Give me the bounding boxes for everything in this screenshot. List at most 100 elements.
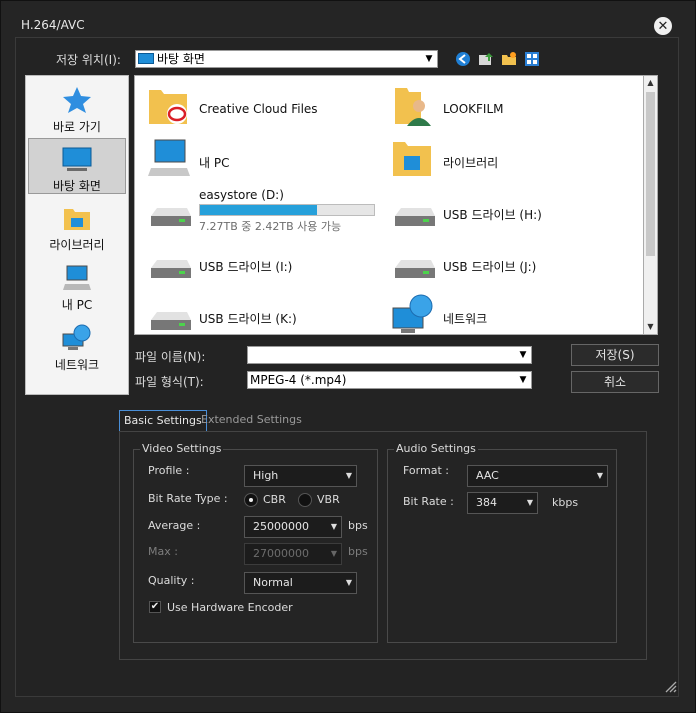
close-button[interactable]: ✕ — [654, 17, 672, 35]
quick-access-star-icon — [63, 87, 91, 113]
view-grid-icon — [525, 52, 539, 66]
computer-icon — [148, 139, 190, 176]
list-item[interactable]: USB 드라이브 (I:) — [141, 236, 381, 286]
tab-basic-settings[interactable]: Basic Settings — [119, 410, 207, 432]
max-label: Max : — [148, 545, 178, 558]
list-item[interactable]: 네트워크 — [385, 288, 625, 334]
filetype-value: MPEG-4 (*.mp4) — [250, 373, 347, 387]
place-label: 라이브러리 — [49, 238, 105, 252]
bitrate-type-label: Bit Rate Type : — [148, 492, 228, 505]
up-folder-icon — [479, 53, 493, 65]
file-name: USB 드라이브 (K:) — [199, 312, 297, 326]
audio-format-select[interactable]: AAC ▼ — [467, 465, 608, 487]
tab-extended-settings[interactable]: Extended Settings — [197, 410, 306, 432]
list-item[interactable]: LOOKFILM — [385, 80, 625, 130]
file-name: Creative Cloud Files — [199, 102, 318, 116]
library-folder-icon — [64, 209, 90, 230]
average-bitrate-select[interactable]: 25000000 ▼ — [244, 516, 342, 538]
creative-cloud-folder-icon — [149, 90, 187, 124]
scroll-down-icon[interactable]: ▼ — [644, 320, 657, 334]
location-combo[interactable]: 바탕 화면 ▼ — [135, 50, 438, 68]
average-value: 25000000 — [253, 520, 309, 533]
place-library[interactable]: 라이브러리 — [28, 198, 126, 254]
place-label: 바로 가기 — [53, 120, 101, 134]
scroll-thumb[interactable] — [646, 92, 655, 256]
file-name: 네트워크 — [443, 312, 488, 326]
list-item[interactable]: Creative Cloud Files — [141, 80, 381, 130]
desktop-icon — [62, 147, 92, 171]
audio-bitrate-label: Bit Rate : — [403, 495, 454, 508]
average-unit: bps — [348, 519, 368, 532]
new-folder-button[interactable] — [501, 51, 517, 67]
max-unit: bps — [348, 545, 368, 558]
cbr-radio[interactable] — [244, 493, 258, 507]
location-label: 저장 위치(I): — [56, 53, 121, 67]
list-item[interactable]: 내 PC — [141, 132, 381, 182]
chevron-down-icon: ▼ — [330, 549, 337, 558]
file-name: easystore (D:) — [199, 188, 284, 202]
chevron-down-icon: ▼ — [515, 347, 531, 363]
scroll-up-icon[interactable]: ▲ — [644, 76, 657, 90]
computer-icon — [63, 265, 91, 290]
profile-select[interactable]: High ▼ — [244, 465, 357, 487]
file-name: USB 드라이브 (I:) — [199, 260, 293, 274]
average-label: Average : — [148, 519, 201, 532]
audio-bitrate-unit: kbps — [552, 496, 579, 509]
save-button[interactable]: 저장(S) — [571, 344, 659, 366]
network-globe-icon — [392, 294, 433, 333]
filename-label: 파일 이름(N): — [135, 350, 206, 364]
place-label: 바탕 화면 — [53, 179, 101, 193]
audio-settings-title: Audio Settings — [394, 442, 478, 455]
drive-info: 7.27TB 중 2.42TB 사용 가능 — [199, 220, 342, 233]
filetype-select[interactable]: MPEG-4 (*.mp4) ▼ — [247, 371, 532, 389]
filename-input[interactable]: ▼ — [247, 346, 532, 364]
hard-drive-icon — [151, 208, 191, 226]
up-folder-button[interactable] — [478, 51, 494, 67]
cbr-label: CBR — [263, 493, 286, 506]
network-globe-icon — [62, 324, 91, 350]
usb-drive-icon — [395, 260, 435, 278]
place-this-pc[interactable]: 내 PC — [28, 258, 126, 314]
hardware-encoder-label: Use Hardware Encoder — [167, 601, 293, 614]
back-arrow-icon — [456, 52, 470, 66]
checkmark-icon: ✔ — [150, 601, 160, 612]
profile-value: High — [253, 469, 279, 482]
list-item[interactable]: USB 드라이브 (K:) — [141, 288, 381, 334]
usb-drive-icon — [151, 260, 191, 278]
audio-bitrate-select[interactable]: 384 ▼ — [467, 492, 538, 514]
user-folder-icon — [395, 88, 431, 126]
quality-select[interactable]: Normal ▼ — [244, 572, 357, 594]
max-bitrate-select: 27000000 ▼ — [244, 543, 342, 565]
place-quick-access[interactable]: 바로 가기 — [28, 80, 126, 136]
vbr-radio[interactable] — [298, 493, 312, 507]
hardware-encoder-checkbox[interactable]: ✔ — [149, 601, 161, 613]
library-folder-icon — [393, 142, 431, 176]
places-bar: 바로 가기 바탕 화면 라이브러리 내 PC 네트워크 — [25, 75, 129, 395]
place-desktop[interactable]: 바탕 화면 — [28, 138, 126, 194]
file-list[interactable]: Creative Cloud Files LOOKFILM 내 PC 라이브러리… — [134, 75, 644, 335]
file-name: 내 PC — [199, 156, 230, 170]
view-menu-button[interactable] — [524, 51, 540, 67]
usb-drive-icon — [151, 312, 191, 330]
list-item[interactable]: 라이브러리 — [385, 132, 625, 182]
resize-grip-icon[interactable] — [663, 679, 677, 693]
vbr-label: VBR — [317, 493, 340, 506]
file-name: USB 드라이브 (H:) — [443, 208, 542, 222]
place-label: 네트워크 — [54, 358, 100, 372]
chevron-down-icon: ▼ — [596, 471, 603, 480]
title-bar[interactable]: H.264/AVC ✕ — [1, 1, 695, 35]
file-name: 라이브러리 — [443, 156, 499, 170]
list-item[interactable]: USB 드라이브 (J:) — [385, 236, 625, 286]
place-network[interactable]: 네트워크 — [28, 318, 126, 374]
chevron-down-icon: ▼ — [330, 522, 337, 531]
list-item[interactable]: easystore (D:) 7.27TB 중 2.42TB 사용 가능 — [141, 184, 381, 234]
file-name: USB 드라이브 (J:) — [443, 260, 537, 274]
cancel-button[interactable]: 취소 — [571, 371, 659, 393]
place-label: 내 PC — [61, 298, 93, 312]
list-item[interactable]: USB 드라이브 (H:) — [385, 184, 625, 234]
back-button[interactable] — [455, 51, 471, 67]
file-name: LOOKFILM — [443, 102, 504, 116]
file-list-scrollbar[interactable]: ▲ ▼ — [644, 75, 658, 335]
chevron-down-icon: ▼ — [345, 578, 352, 587]
export-dialog: H.264/AVC ✕ 저장 위치(I): 바탕 화면 ▼ 바로 가기 바탕 화… — [0, 0, 696, 713]
